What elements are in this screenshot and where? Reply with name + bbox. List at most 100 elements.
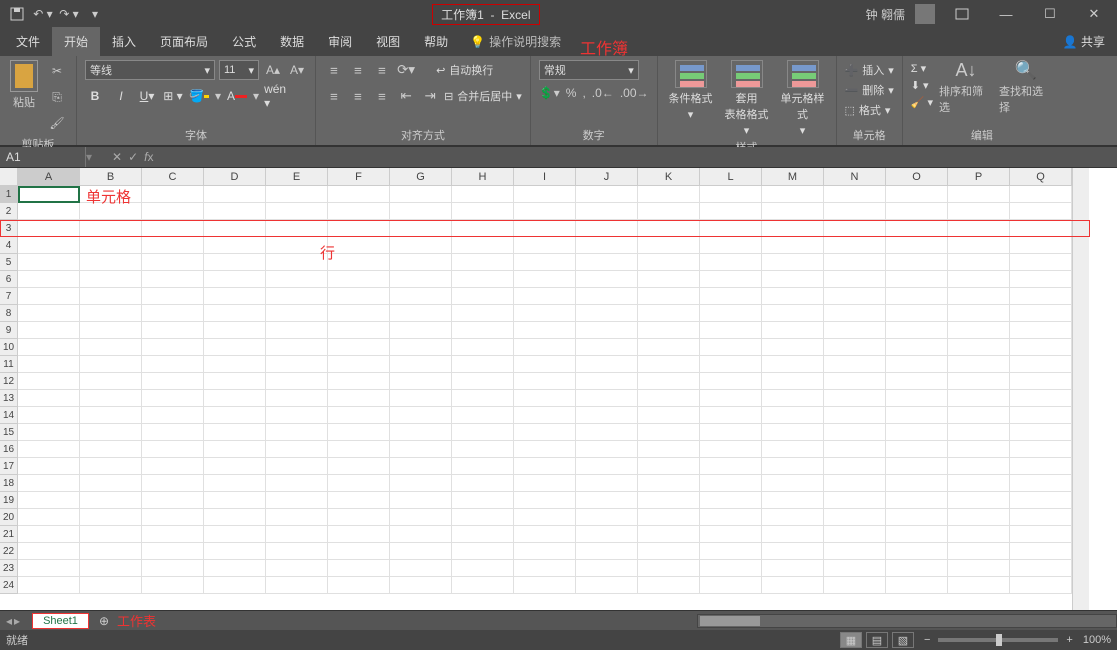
cell-J24[interactable] bbox=[576, 577, 638, 594]
cell-L2[interactable] bbox=[700, 203, 762, 220]
cell-E14[interactable] bbox=[266, 407, 328, 424]
cell-M5[interactable] bbox=[762, 254, 824, 271]
cell-M13[interactable] bbox=[762, 390, 824, 407]
zoom-slider[interactable] bbox=[938, 638, 1058, 642]
cell-E1[interactable] bbox=[266, 186, 328, 203]
cell-J5[interactable] bbox=[576, 254, 638, 271]
row-header-11[interactable]: 11 bbox=[0, 356, 18, 373]
cell-A7[interactable] bbox=[18, 288, 80, 305]
cell-K3[interactable] bbox=[638, 220, 700, 237]
cell-G18[interactable] bbox=[390, 475, 452, 492]
cell-D18[interactable] bbox=[204, 475, 266, 492]
cell-P4[interactable] bbox=[948, 237, 1010, 254]
row-header-19[interactable]: 19 bbox=[0, 492, 18, 509]
cell-J4[interactable] bbox=[576, 237, 638, 254]
cell-M6[interactable] bbox=[762, 271, 824, 288]
cell-I13[interactable] bbox=[514, 390, 576, 407]
cell-B16[interactable] bbox=[80, 441, 142, 458]
cell-O15[interactable] bbox=[886, 424, 948, 441]
cell-K9[interactable] bbox=[638, 322, 700, 339]
col-header-P[interactable]: P bbox=[948, 168, 1010, 186]
cell-L15[interactable] bbox=[700, 424, 762, 441]
save-button[interactable] bbox=[6, 3, 28, 25]
row-header-9[interactable]: 9 bbox=[0, 322, 18, 339]
enter-formula-button[interactable]: ✓ bbox=[128, 150, 138, 164]
cell-N24[interactable] bbox=[824, 577, 886, 594]
row-header-8[interactable]: 8 bbox=[0, 305, 18, 322]
cell-I4[interactable] bbox=[514, 237, 576, 254]
cell-Q1[interactable] bbox=[1010, 186, 1072, 203]
cell-J8[interactable] bbox=[576, 305, 638, 322]
cell-H23[interactable] bbox=[452, 560, 514, 577]
cell-M17[interactable] bbox=[762, 458, 824, 475]
cell-L20[interactable] bbox=[700, 509, 762, 526]
cell-N21[interactable] bbox=[824, 526, 886, 543]
cell-F24[interactable] bbox=[328, 577, 390, 594]
cell-I18[interactable] bbox=[514, 475, 576, 492]
cell-O1[interactable] bbox=[886, 186, 948, 203]
name-box[interactable]: A1 bbox=[0, 147, 86, 167]
cell-F1[interactable] bbox=[328, 186, 390, 203]
cell-L4[interactable] bbox=[700, 237, 762, 254]
cell-K17[interactable] bbox=[638, 458, 700, 475]
cell-Q15[interactable] bbox=[1010, 424, 1072, 441]
cell-K24[interactable] bbox=[638, 577, 700, 594]
cell-D13[interactable] bbox=[204, 390, 266, 407]
cell-H6[interactable] bbox=[452, 271, 514, 288]
cells-area[interactable]: 单元格 行 bbox=[18, 186, 1072, 594]
cell-I23[interactable] bbox=[514, 560, 576, 577]
row-header-4[interactable]: 4 bbox=[0, 237, 18, 254]
cell-C7[interactable] bbox=[142, 288, 204, 305]
cell-M9[interactable] bbox=[762, 322, 824, 339]
cell-G22[interactable] bbox=[390, 543, 452, 560]
cell-O21[interactable] bbox=[886, 526, 948, 543]
cell-G17[interactable] bbox=[390, 458, 452, 475]
row-header-5[interactable]: 5 bbox=[0, 254, 18, 271]
cell-C5[interactable] bbox=[142, 254, 204, 271]
col-header-G[interactable]: G bbox=[390, 168, 452, 186]
cell-K7[interactable] bbox=[638, 288, 700, 305]
align-right-button[interactable]: ≡ bbox=[372, 86, 392, 106]
col-header-M[interactable]: M bbox=[762, 168, 824, 186]
align-top-button[interactable]: ≡ bbox=[324, 60, 344, 80]
cell-H8[interactable] bbox=[452, 305, 514, 322]
row-header-6[interactable]: 6 bbox=[0, 271, 18, 288]
cell-L5[interactable] bbox=[700, 254, 762, 271]
cell-L7[interactable] bbox=[700, 288, 762, 305]
border-button[interactable]: ⊞ ▾ bbox=[163, 86, 183, 106]
cell-N7[interactable] bbox=[824, 288, 886, 305]
cell-C3[interactable] bbox=[142, 220, 204, 237]
cell-E21[interactable] bbox=[266, 526, 328, 543]
cell-A3[interactable] bbox=[18, 220, 80, 237]
cell-E18[interactable] bbox=[266, 475, 328, 492]
cell-P5[interactable] bbox=[948, 254, 1010, 271]
cell-C2[interactable] bbox=[142, 203, 204, 220]
cell-B8[interactable] bbox=[80, 305, 142, 322]
cell-D16[interactable] bbox=[204, 441, 266, 458]
cell-D6[interactable] bbox=[204, 271, 266, 288]
cell-F9[interactable] bbox=[328, 322, 390, 339]
cell-L23[interactable] bbox=[700, 560, 762, 577]
cell-K8[interactable] bbox=[638, 305, 700, 322]
cell-J7[interactable] bbox=[576, 288, 638, 305]
cell-G15[interactable] bbox=[390, 424, 452, 441]
cell-L10[interactable] bbox=[700, 339, 762, 356]
cell-P20[interactable] bbox=[948, 509, 1010, 526]
tab-data[interactable]: 数据 bbox=[268, 27, 316, 56]
cell-C20[interactable] bbox=[142, 509, 204, 526]
cell-L16[interactable] bbox=[700, 441, 762, 458]
cell-O16[interactable] bbox=[886, 441, 948, 458]
tell-me[interactable]: 💡操作说明搜索 bbox=[460, 27, 571, 56]
cell-A12[interactable] bbox=[18, 373, 80, 390]
cell-F14[interactable] bbox=[328, 407, 390, 424]
cell-C12[interactable] bbox=[142, 373, 204, 390]
cell-I3[interactable] bbox=[514, 220, 576, 237]
cell-P15[interactable] bbox=[948, 424, 1010, 441]
tab-formulas[interactable]: 公式 bbox=[220, 27, 268, 56]
cell-O24[interactable] bbox=[886, 577, 948, 594]
cell-N14[interactable] bbox=[824, 407, 886, 424]
cell-G23[interactable] bbox=[390, 560, 452, 577]
cell-M18[interactable] bbox=[762, 475, 824, 492]
cell-D24[interactable] bbox=[204, 577, 266, 594]
col-header-D[interactable]: D bbox=[204, 168, 266, 186]
